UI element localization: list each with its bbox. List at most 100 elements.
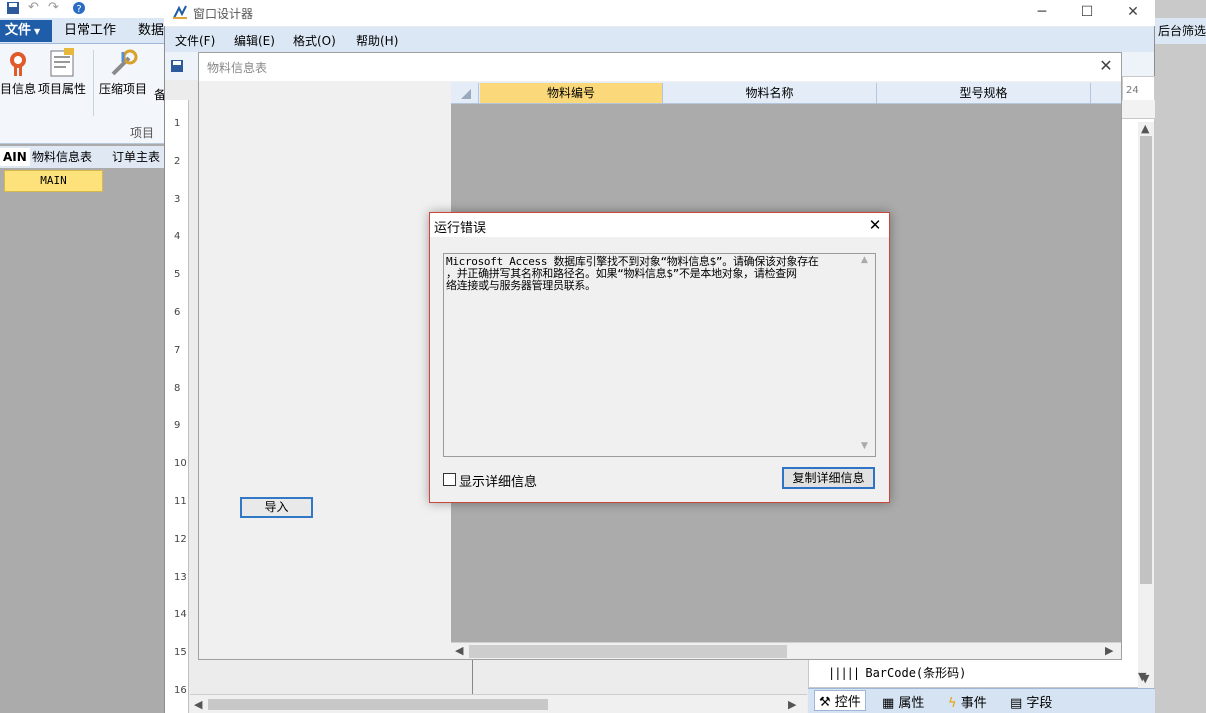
message-scroll-down[interactable]: ▼: [861, 441, 868, 451]
form-title-bar: [199, 53, 1121, 81]
ruler-number: 13: [174, 571, 187, 583]
project-info-button[interactable]: 目信息: [0, 48, 36, 97]
grid-select-all-corner[interactable]: [452, 83, 479, 103]
ruler-number: 10: [174, 458, 187, 470]
dialog-title-bar: [430, 213, 889, 237]
error-message-line: 络连接或与服务器管理员联系。: [446, 279, 596, 292]
undo-icon[interactable]: ↶: [28, 0, 39, 15]
scroll-thumb[interactable]: [1140, 136, 1152, 584]
grid-scroll-right-arrow[interactable]: ▶: [1105, 644, 1113, 657]
tab-controls[interactable]: ⚒ 控件: [814, 690, 866, 711]
message-scrollbar[interactable]: ▲ ▼: [859, 255, 874, 455]
copy-details-button[interactable]: 复制详细信息: [782, 467, 875, 489]
grid-scroll-thumb[interactable]: [469, 645, 787, 658]
file-tab[interactable]: 文件 ▼: [0, 20, 52, 42]
tab-data[interactable]: 数据: [138, 21, 164, 41]
menu-file[interactable]: 文件(F): [175, 32, 215, 49]
tab-fields[interactable]: ▤ 字段: [1010, 692, 1052, 711]
vertical-ruler: [165, 100, 189, 713]
ruler-number: 14: [174, 609, 187, 621]
ruler-number: 2: [174, 155, 181, 167]
menu-help[interactable]: 帮助(H): [356, 32, 398, 49]
background-filter-label[interactable]: 后台筛选: [1158, 22, 1206, 39]
corner-triangle-icon: [461, 89, 471, 99]
ruler-number: 12: [174, 533, 187, 545]
designer-save-icon[interactable]: [170, 59, 184, 73]
designer-title-bar: [164, 0, 1155, 26]
form-left-area: [199, 82, 451, 659]
list-icon: ▤: [1010, 696, 1027, 711]
scroll-right-arrow[interactable]: ▶: [788, 698, 796, 711]
project-info-label: 目信息: [0, 82, 37, 96]
ruler-top-right: 24: [1122, 76, 1155, 102]
minimize-button[interactable]: ─: [1022, 2, 1062, 24]
form-title: 物料信息表: [207, 61, 268, 75]
dialog-title: 运行错误: [434, 221, 487, 236]
ruler-number: 5: [174, 269, 181, 281]
controls-list-scrollbar[interactable]: ▲ ▼: [1138, 122, 1154, 688]
doc-tab-order-main[interactable]: 订单主表: [112, 148, 160, 166]
save-icon[interactable]: [6, 1, 20, 15]
import-button[interactable]: 导入: [240, 497, 313, 518]
ruler-number: 11: [174, 496, 187, 507]
scroll-up-arrow[interactable]: ▲: [1141, 122, 1149, 135]
ruler-number: 4: [174, 231, 181, 243]
ruler-top-value: 24: [1126, 85, 1139, 96]
document-icon: [50, 48, 74, 77]
ruler-number: 15: [174, 647, 187, 659]
column-header-model-spec[interactable]: 型号规格: [877, 83, 1091, 103]
dialog-close-button[interactable]: ✕: [862, 214, 888, 236]
tools-tab-icon: ⚒: [819, 695, 835, 710]
tab-events[interactable]: ϟ 事件: [948, 692, 987, 711]
tab-properties[interactable]: ▦ 属性: [882, 692, 924, 711]
ruler-number: 6: [174, 307, 181, 318]
quick-access-toolbar: ↶ ↷ ?: [0, 0, 164, 18]
grid-scroll-left-arrow[interactable]: ◀: [455, 644, 463, 657]
help-icon[interactable]: ?: [72, 1, 86, 15]
show-details-checkbox[interactable]: [443, 473, 456, 486]
compress-project-label: 压缩项目: [99, 82, 148, 96]
ruler-number: 9: [174, 420, 181, 432]
menu-format[interactable]: 格式(O): [293, 32, 336, 49]
tab-daily-work[interactable]: 日常工作: [64, 21, 116, 41]
barcode-icon: |||||: [828, 666, 866, 680]
barcode-label: BarCode(条形码): [865, 666, 967, 680]
barcode-control-item[interactable]: ||||| BarCode(条形码): [828, 664, 966, 681]
designer-app-icon: [173, 5, 187, 19]
grid-horizontal-scrollbar[interactable]: ◀ ▶: [451, 642, 1121, 659]
designer-grid-line: [472, 660, 473, 694]
ribbon-group-label: 项目: [130, 126, 155, 140]
ruler-number: 1: [174, 118, 181, 129]
redo-icon[interactable]: ↷: [48, 0, 59, 15]
ruler-number: 8: [174, 382, 181, 394]
project-properties-button[interactable]: 项目属性: [38, 48, 86, 97]
app-right-area: [1155, 0, 1206, 713]
designer-title: 窗口设计器: [193, 7, 254, 21]
scroll-thumb[interactable]: [208, 699, 548, 710]
ruler-number: 3: [174, 193, 181, 205]
menu-edit[interactable]: 编辑(E): [234, 32, 275, 49]
maximize-button[interactable]: ☐: [1067, 2, 1107, 24]
ruler-number: 16: [174, 685, 187, 696]
properties-tab-icon: ▦: [882, 696, 899, 711]
lightning-icon: ϟ: [948, 696, 961, 711]
ribbon-divider: [93, 50, 94, 116]
error-message-text[interactable]: Microsoft Access 数据库引擎找不到对象“物料信息$”。请确保该对…: [446, 256, 856, 292]
show-details-label[interactable]: 显示详细信息: [459, 471, 537, 490]
ruler-number: 7: [174, 344, 181, 356]
designer-close-button[interactable]: ✕: [1113, 2, 1153, 24]
doc-tab-material-info[interactable]: 物料信息表: [32, 148, 92, 166]
list-scroll-down-arrow[interactable]: ▼: [1138, 670, 1146, 683]
column-header-material-code[interactable]: 物料编号: [480, 83, 663, 103]
compress-project-button[interactable]: 压缩项目: [99, 48, 147, 97]
project-properties-label: 项目属性: [38, 82, 87, 96]
column-header-material-name[interactable]: 物料名称: [663, 83, 877, 103]
doc-tab-main[interactable]: AIN: [0, 148, 30, 166]
form-close-button[interactable]: ✕: [1092, 55, 1120, 77]
award-icon: [10, 52, 26, 76]
designer-horizontal-scrollbar[interactable]: ◀ ▶: [190, 694, 807, 713]
scroll-left-arrow[interactable]: ◀: [194, 698, 202, 711]
tools-icon: [111, 49, 138, 76]
main-cell[interactable]: MAIN: [4, 170, 103, 192]
message-scroll-up[interactable]: ▲: [861, 255, 868, 265]
